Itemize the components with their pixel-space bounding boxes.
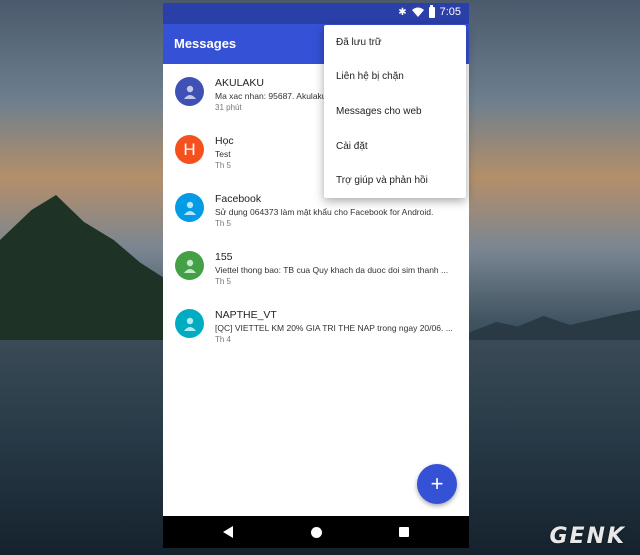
background-islands (465, 310, 640, 340)
menu-item-archived[interactable]: Đã lưu trữ (324, 25, 466, 60)
background-hills (0, 195, 175, 345)
menu-item-messages-for-web[interactable]: Messages cho web (324, 94, 466, 129)
menu-item-blocked-contacts[interactable]: Liên hệ bị chặn (324, 60, 466, 95)
conversation-time: Th 5 (215, 219, 232, 228)
contact-avatar: H (175, 135, 204, 164)
menu-item-help-feedback[interactable]: Trợ giúp và phản hồi (324, 163, 466, 198)
bluetooth-icon: ✱ (398, 6, 407, 18)
contact-avatar (175, 77, 204, 106)
conversation-time: Th 5 (215, 277, 232, 286)
conversation-snippet: Viettel thong bao: TB cua Quy khach da d… (215, 265, 449, 275)
app-title: Messages (174, 36, 237, 51)
back-button[interactable] (208, 516, 248, 548)
conversation-snippet: [QC] VIETTEL KM 20% GIA TRI THE NAP tron… (215, 323, 453, 333)
battery-icon (428, 4, 435, 18)
wifi-icon (411, 7, 424, 17)
navigation-bar (163, 516, 469, 548)
new-conversation-button[interactable]: + (417, 464, 457, 504)
back-icon (223, 526, 233, 538)
conversation-name: Học (215, 135, 234, 147)
status-icons: ✱ 7:05 (398, 4, 461, 18)
person-icon (183, 201, 196, 215)
person-icon (183, 317, 196, 331)
status-time: 7:05 (439, 6, 461, 18)
overflow-menu: Đã lưu trữ Liên hệ bị chặn Messages cho … (324, 25, 466, 198)
conversation-name: 155 (215, 251, 233, 263)
contact-avatar (175, 193, 204, 222)
contact-avatar (175, 251, 204, 280)
conversation-item[interactable]: NAPTHE_VT [QC] VIETTEL KM 20% GIA TRI TH… (163, 296, 469, 354)
recents-icon (399, 527, 409, 537)
conversation-name: NAPTHE_VT (215, 309, 277, 321)
conversation-name: AKULAKU (215, 77, 265, 89)
conversation-snippet: Sử dụng 064373 làm mật khẩu cho Facebook… (215, 207, 434, 217)
conversation-time: Th 5 (215, 161, 232, 170)
contact-avatar (175, 309, 204, 338)
conversation-time: Th 4 (215, 335, 232, 344)
menu-item-settings[interactable]: Cài đặt (324, 129, 466, 164)
plus-icon: + (430, 471, 444, 496)
status-bar: ✱ 7:05 (163, 3, 469, 24)
watermark-logo: GENK (549, 524, 626, 549)
home-button[interactable] (296, 516, 336, 548)
home-icon (310, 526, 322, 538)
person-icon (183, 259, 196, 273)
recents-button[interactable] (384, 516, 424, 548)
person-icon (183, 85, 196, 99)
avatar-initial: H (183, 139, 196, 159)
conversation-item[interactable]: 155 Viettel thong bao: TB cua Quy khach … (163, 238, 469, 296)
conversation-time: 31 phút (215, 103, 242, 112)
conversation-name: Facebook (215, 193, 262, 205)
